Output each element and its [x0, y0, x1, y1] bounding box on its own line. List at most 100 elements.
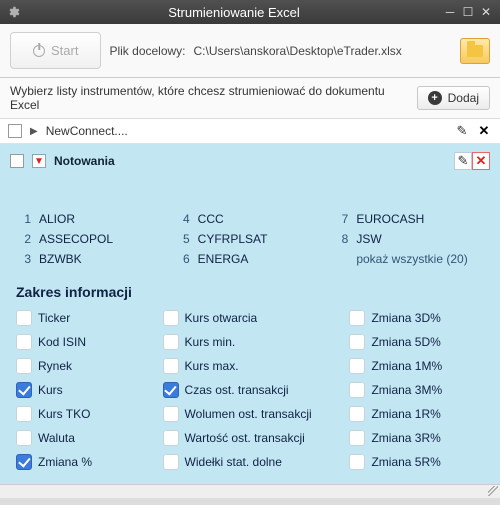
show-all-link[interactable]: pokaż wszystkie (20)	[356, 252, 484, 266]
chk-label: Zmiana 3M%	[371, 383, 442, 397]
chk-wolumen-ost[interactable]: Wolumen ost. transakcji	[163, 406, 338, 422]
expand-icon[interactable]: ▶	[30, 126, 38, 137]
panel-header: ▼ Notowania ✎ ✕	[10, 152, 490, 176]
list-row-label: NewConnect....	[46, 124, 446, 138]
add-button[interactable]: + Dodaj	[417, 86, 490, 110]
browse-button[interactable]	[460, 38, 490, 64]
checkbox-icon	[163, 358, 179, 374]
chk-zmiana-pct[interactable]: Zmiana %	[16, 454, 151, 470]
checkbox-icon	[163, 430, 179, 446]
checkbox-icon	[349, 382, 365, 398]
chk-zmiana-5d[interactable]: Zmiana 5D%	[349, 334, 484, 350]
plus-icon: +	[428, 91, 442, 105]
checkbox-icon	[16, 358, 32, 374]
statusbar	[0, 484, 500, 498]
checkbox[interactable]	[8, 124, 22, 138]
file-label: Plik docelowy:	[109, 44, 185, 58]
ticker-label: CCC	[198, 212, 326, 226]
chk-kurs-tko[interactable]: Kurs TKO	[16, 406, 151, 422]
add-label: Dodaj	[448, 91, 479, 105]
ticker-num: 7	[333, 212, 348, 226]
ticker-label: ENERGA	[198, 252, 326, 266]
chk-label: Zmiana 5R%	[371, 455, 440, 469]
ticker-num: 4	[175, 212, 190, 226]
chk-label: Zmiana 1M%	[371, 359, 442, 373]
chk-label: Widełki stat. dolne	[185, 455, 282, 469]
ticker-label: CYFRPLSAT	[198, 232, 326, 246]
ticker-num: 8	[333, 232, 348, 246]
ticker-label: EUROCASH	[356, 212, 484, 226]
chk-label: Wolumen ost. transakcji	[185, 407, 312, 421]
chk-ticker[interactable]: Ticker	[16, 310, 151, 326]
chk-label: Kurs	[38, 383, 63, 397]
file-path: C:\Users\anskora\Desktop\eTrader.xlsx	[194, 44, 453, 58]
checkbox-icon	[163, 406, 179, 422]
chk-label: Rynek	[38, 359, 72, 373]
chk-label: Waluta	[38, 431, 75, 445]
checkbox-grid: Ticker Kurs otwarcia Zmiana 3D% Kod ISIN…	[16, 310, 484, 470]
checkbox-icon	[16, 454, 32, 470]
chk-label: Wartość ost. transakcji	[185, 431, 305, 445]
checkbox-icon	[349, 430, 365, 446]
maximize-button[interactable]: ☐	[460, 5, 476, 19]
chk-zmiana-5r[interactable]: Zmiana 5R%	[349, 454, 484, 470]
power-icon	[33, 45, 45, 57]
chk-label: Czas ost. transakcji	[185, 383, 289, 397]
checkbox-icon	[16, 382, 32, 398]
chk-rynek[interactable]: Rynek	[16, 358, 151, 374]
chk-zmiana-1r[interactable]: Zmiana 1R%	[349, 406, 484, 422]
minimize-button[interactable]: ─	[442, 5, 458, 19]
chk-zmiana-3r[interactable]: Zmiana 3R%	[349, 430, 484, 446]
checkbox-icon	[349, 334, 365, 350]
checkbox-icon	[16, 406, 32, 422]
checkbox-icon	[349, 310, 365, 326]
start-button[interactable]: Start	[10, 32, 101, 69]
chk-zmiana-1m[interactable]: Zmiana 1M%	[349, 358, 484, 374]
checkbox[interactable]	[10, 154, 24, 168]
checkbox-icon	[349, 454, 365, 470]
ticker-num: 3	[16, 252, 31, 266]
ticker-label: BZWBK	[39, 252, 167, 266]
chk-widelki-stat[interactable]: Widełki stat. dolne	[163, 454, 338, 470]
checkbox-icon	[349, 406, 365, 422]
collapse-icon[interactable]: ▼	[32, 154, 46, 168]
chk-kod-isin[interactable]: Kod ISIN	[16, 334, 151, 350]
ticker-num: 5	[175, 232, 190, 246]
checkbox-icon	[16, 310, 32, 326]
chk-label: Kurs otwarcia	[185, 311, 258, 325]
list-row-newconnect[interactable]: ▶ NewConnect.... ✎ ✕	[0, 119, 500, 144]
chk-kurs-min[interactable]: Kurs min.	[163, 334, 338, 350]
chk-label: Zmiana 3R%	[371, 431, 440, 445]
chk-zmiana-3d[interactable]: Zmiana 3D%	[349, 310, 484, 326]
chk-wartosc-ost[interactable]: Wartość ost. transakcji	[163, 430, 338, 446]
edit-icon[interactable]: ✎	[454, 152, 472, 170]
chk-kurs-max[interactable]: Kurs max.	[163, 358, 338, 374]
delete-icon[interactable]: ✕	[472, 152, 490, 170]
folder-icon	[467, 45, 483, 57]
row-buttons: ✎ ✕	[454, 123, 492, 139]
chk-label: Zmiana 3D%	[371, 311, 440, 325]
chk-czas-ost[interactable]: Czas ost. transakcji	[163, 382, 338, 398]
chk-label: Kurs min.	[185, 335, 236, 349]
panel-title: Notowania	[54, 154, 446, 168]
chk-label: Zmiana 1R%	[371, 407, 440, 421]
checkbox-icon	[16, 430, 32, 446]
edit-icon[interactable]: ✎	[454, 123, 470, 139]
chk-kurs-otwarcia[interactable]: Kurs otwarcia	[163, 310, 338, 326]
instruction-text: Wybierz listy instrumentów, które chcesz…	[10, 84, 409, 112]
chk-kurs[interactable]: Kurs	[16, 382, 151, 398]
window-title: Strumieniowanie Excel	[26, 5, 442, 20]
titlebar: Strumieniowanie Excel ─ ☐ ✕	[0, 0, 500, 24]
toolbar: Start Plik docelowy: C:\Users\anskora\De…	[0, 24, 500, 78]
section-title: Zakres informacji	[16, 284, 484, 300]
ticker-num: 6	[175, 252, 190, 266]
close-window-button[interactable]: ✕	[478, 5, 494, 19]
checkbox-icon	[163, 310, 179, 326]
chk-zmiana-3m[interactable]: Zmiana 3M%	[349, 382, 484, 398]
chk-waluta[interactable]: Waluta	[16, 430, 151, 446]
ticker-label: JSW	[356, 232, 484, 246]
chk-label: Kod ISIN	[38, 335, 86, 349]
delete-icon[interactable]: ✕	[476, 123, 492, 139]
chk-label: Zmiana 5D%	[371, 335, 440, 349]
checkbox-icon	[163, 454, 179, 470]
